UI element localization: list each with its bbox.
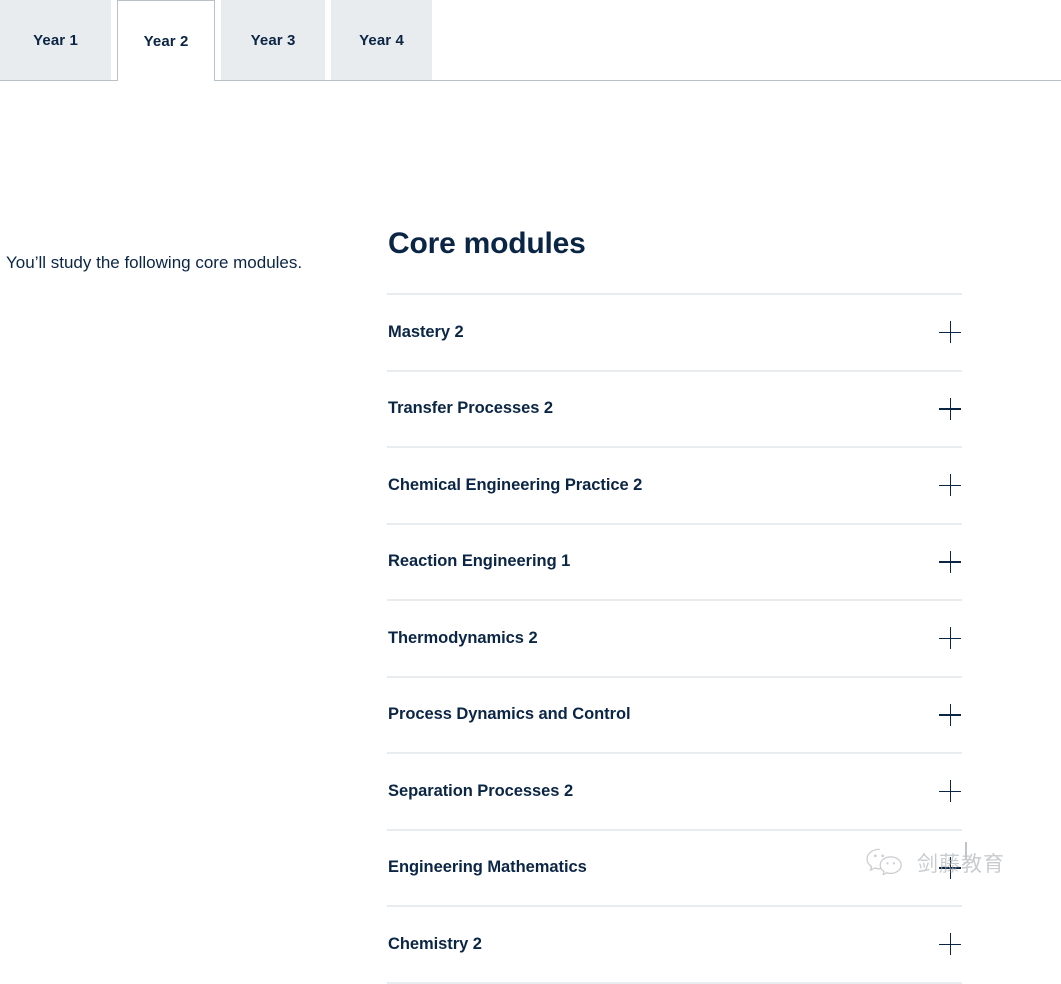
- tab-year-4[interactable]: Year 4: [331, 0, 432, 80]
- accordion-item-label: Thermodynamics 2: [388, 628, 538, 647]
- accordion-item-label: Reaction Engineering 1: [388, 552, 571, 571]
- accordion-item[interactable]: Separation Processes 2: [387, 754, 962, 831]
- accordion-item[interactable]: Mastery 2: [387, 295, 962, 372]
- modules-accordion: Mastery 2 Transfer Processes 2 Chemical …: [387, 293, 962, 984]
- plus-icon[interactable]: [939, 856, 961, 879]
- tab-year-1-label: Year 1: [33, 31, 78, 49]
- accordion-item-label: Separation Processes 2: [388, 781, 574, 800]
- accordion-item[interactable]: Process Dynamics and Control: [387, 678, 962, 754]
- accordion-item-label: Chemistry 2: [388, 934, 482, 953]
- page-title: Core modules: [388, 227, 586, 260]
- accordion-item-label: Transfer Processes 2: [388, 399, 554, 418]
- tab-year-2[interactable]: Year 2: [117, 0, 215, 81]
- plus-icon[interactable]: [939, 550, 961, 573]
- accordion-item-label: Process Dynamics and Control: [388, 705, 631, 724]
- accordion-item[interactable]: Reaction Engineering 1: [387, 525, 962, 601]
- accordion-item[interactable]: Thermodynamics 2: [387, 601, 962, 678]
- accordion-item[interactable]: Chemical Engineering Practice 2: [387, 448, 962, 525]
- tab-year-3[interactable]: Year 3: [221, 0, 325, 80]
- plus-icon[interactable]: [939, 627, 961, 650]
- plus-icon[interactable]: [939, 474, 961, 497]
- accordion-item-label: Mastery 2: [388, 322, 464, 341]
- core-modules-section: Core modules Mastery 2 Transfer Processe…: [387, 225, 962, 984]
- plus-icon[interactable]: [939, 321, 961, 344]
- accordion-item-label: Engineering Mathematics: [388, 858, 587, 877]
- plus-icon[interactable]: [939, 703, 961, 726]
- plus-icon[interactable]: [939, 933, 961, 956]
- tab-year-3-label: Year 3: [250, 31, 296, 49]
- plus-icon[interactable]: [939, 780, 961, 803]
- plus-icon[interactable]: [939, 397, 961, 420]
- tab-year-1[interactable]: Year 1: [0, 0, 111, 80]
- tab-year-4-label: Year 4: [359, 31, 404, 49]
- tab-strip: Year 1 Year 2 Year 3 Year 4: [0, 0, 1061, 81]
- tab-list: Year 1 Year 2 Year 3 Year 4: [0, 0, 432, 81]
- accordion-item-label: Chemical Engineering Practice 2: [388, 475, 643, 494]
- watermark-caret: [965, 842, 967, 859]
- accordion-item[interactable]: Engineering Mathematics: [387, 831, 962, 907]
- accordion-item[interactable]: Transfer Processes 2: [387, 372, 962, 448]
- accordion-item[interactable]: Chemistry 2: [387, 907, 962, 984]
- intro-text: You’ll study the following core modules.: [6, 253, 303, 272]
- tab-year-2-label: Year 2: [143, 32, 189, 50]
